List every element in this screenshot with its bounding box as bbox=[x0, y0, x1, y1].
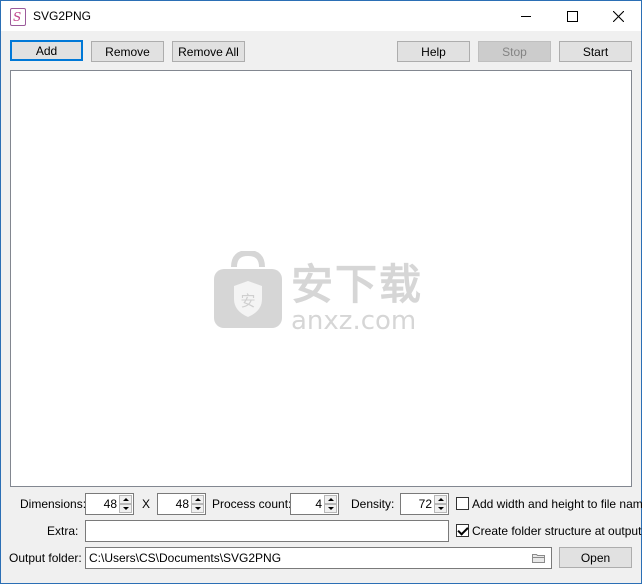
height-down-button[interactable] bbox=[191, 504, 204, 513]
density-value: 72 bbox=[418, 497, 432, 511]
arrow-up-icon bbox=[327, 498, 334, 501]
process-count-spin-arrows bbox=[324, 495, 337, 513]
x-label: X bbox=[142, 497, 151, 511]
density-label: Density: bbox=[351, 497, 395, 511]
close-icon bbox=[612, 10, 624, 22]
maximize-icon bbox=[566, 10, 578, 22]
height-value: 48 bbox=[175, 497, 189, 511]
file-list[interactable]: 安 安下载 anxz.com bbox=[10, 70, 632, 487]
process-count-down-button[interactable] bbox=[324, 504, 337, 513]
maximize-button[interactable] bbox=[549, 1, 595, 31]
arrow-down-icon bbox=[194, 507, 201, 510]
folder-icon[interactable] bbox=[532, 553, 545, 563]
extra-input[interactable] bbox=[85, 520, 449, 542]
process-count-up-button[interactable] bbox=[324, 495, 337, 504]
extra-label: Extra: bbox=[47, 524, 79, 538]
watermark-title: 安下载 bbox=[291, 260, 424, 309]
output-folder-label: Output folder: bbox=[9, 551, 82, 565]
app-window: S SVG2PNG Add Remove Remove All Help Sto… bbox=[0, 0, 642, 584]
arrow-up-icon bbox=[122, 498, 129, 501]
folder-structure-label[interactable]: Create folder structure at output bbox=[472, 524, 641, 538]
start-button[interactable]: Start bbox=[559, 41, 632, 62]
process-count-spinbox[interactable]: 4 bbox=[290, 493, 339, 515]
height-spin-arrows bbox=[191, 495, 204, 513]
add-size-label[interactable]: Add width and height to file name bbox=[472, 497, 642, 511]
density-down-button[interactable] bbox=[434, 504, 447, 513]
arrow-down-icon bbox=[437, 507, 444, 510]
width-down-button[interactable] bbox=[119, 504, 132, 513]
add-button[interactable]: Add bbox=[10, 40, 83, 61]
height-spinbox[interactable]: 48 bbox=[157, 493, 206, 515]
dimensions-label: Dimensions: bbox=[20, 497, 87, 511]
minimize-icon bbox=[521, 15, 531, 17]
process-count-value: 4 bbox=[315, 497, 322, 511]
output-folder-input[interactable]: C:\Users\CS\Documents\SVG2PNG bbox=[85, 547, 552, 569]
width-up-button[interactable] bbox=[119, 495, 132, 504]
density-spin-arrows bbox=[434, 495, 447, 513]
process-count-label: Process count: bbox=[212, 497, 292, 511]
watermark-shield-icon: 安 bbox=[214, 251, 282, 328]
arrow-up-icon bbox=[437, 498, 444, 501]
height-up-button[interactable] bbox=[191, 495, 204, 504]
minimize-button[interactable] bbox=[503, 1, 549, 31]
title-bar[interactable]: S SVG2PNG bbox=[1, 1, 641, 31]
watermark-logo-char: 安 bbox=[240, 292, 255, 310]
width-spin-arrows bbox=[119, 495, 132, 513]
arrow-down-icon bbox=[122, 507, 129, 510]
density-spinbox[interactable]: 72 bbox=[400, 493, 449, 515]
close-button[interactable] bbox=[595, 1, 641, 31]
output-folder-value: C:\Users\CS\Documents\SVG2PNG bbox=[89, 551, 282, 565]
watermark-url: anxz.com bbox=[291, 306, 417, 336]
window-title: SVG2PNG bbox=[33, 9, 92, 23]
remove-button[interactable]: Remove bbox=[91, 41, 164, 62]
app-icon: S bbox=[10, 8, 26, 26]
open-button[interactable]: Open bbox=[559, 547, 632, 568]
density-up-button[interactable] bbox=[434, 495, 447, 504]
folder-structure-checkbox[interactable] bbox=[456, 524, 469, 537]
help-button[interactable]: Help bbox=[397, 41, 470, 62]
arrow-up-icon bbox=[194, 498, 201, 501]
arrow-down-icon bbox=[327, 507, 334, 510]
width-spinbox[interactable]: 48 bbox=[85, 493, 134, 515]
width-value: 48 bbox=[103, 497, 117, 511]
stop-button[interactable]: Stop bbox=[478, 41, 551, 62]
remove-all-button[interactable]: Remove All bbox=[172, 41, 245, 62]
app-icon-letter: S bbox=[13, 10, 22, 24]
add-size-checkbox[interactable] bbox=[456, 497, 469, 510]
